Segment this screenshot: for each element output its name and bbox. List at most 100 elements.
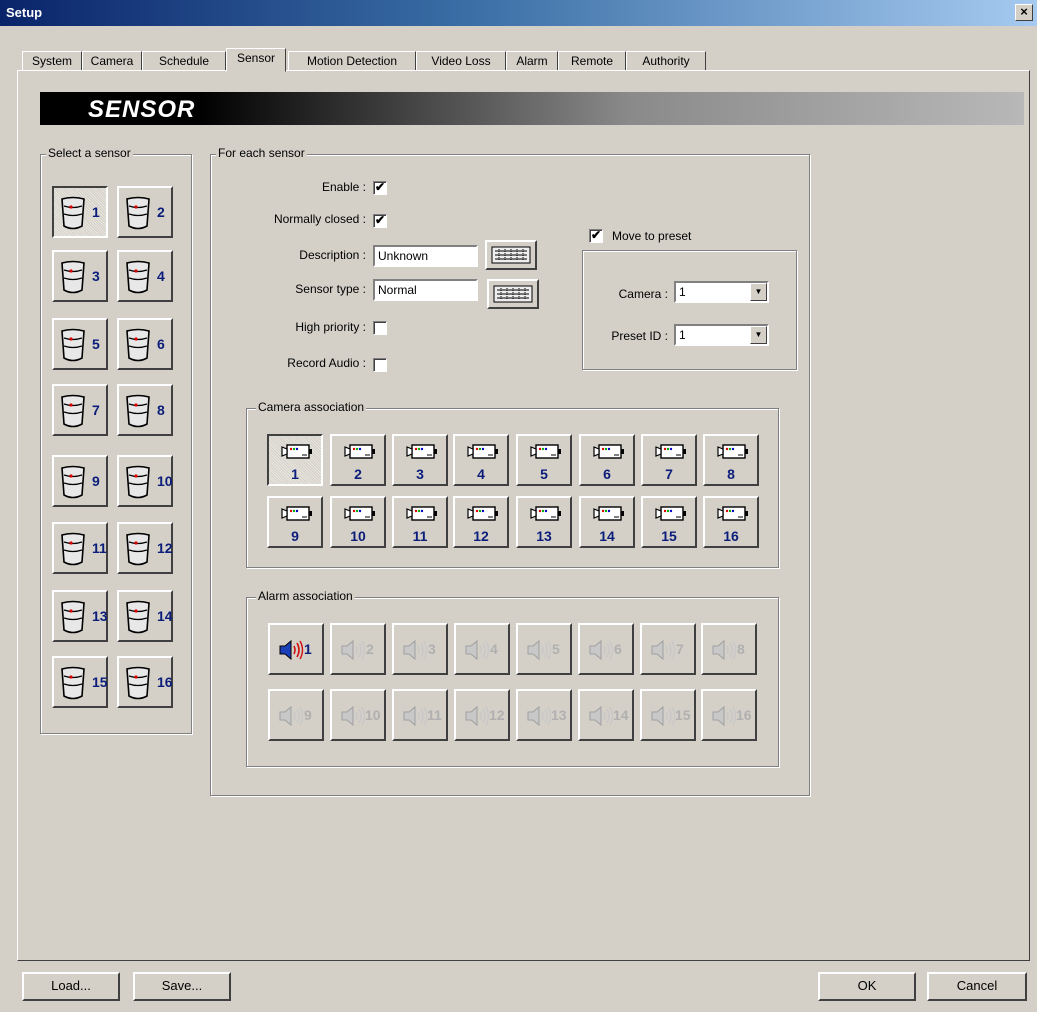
- sensor-button[interactable]: 13: [52, 590, 108, 642]
- camera-button[interactable]: 12: [453, 496, 509, 548]
- alarm-button[interactable]: 8: [701, 623, 757, 675]
- sensor-button[interactable]: 15: [52, 656, 108, 708]
- sensor-button[interactable]: 10: [117, 455, 173, 507]
- speaker-icon: [651, 705, 676, 727]
- alarm-number: 3: [428, 641, 436, 657]
- alarm-button[interactable]: 14: [578, 689, 634, 741]
- sensor-button[interactable]: 7: [52, 384, 108, 436]
- alarm-button[interactable]: 12: [454, 689, 510, 741]
- alarm-button[interactable]: 5: [516, 623, 572, 675]
- speaker-icon: [651, 639, 676, 661]
- camera-button[interactable]: 7: [641, 434, 697, 486]
- chevron-down-icon[interactable]: ▼: [750, 283, 767, 301]
- camera-button[interactable]: 9: [267, 496, 323, 548]
- normally-closed-checkbox[interactable]: ✔: [373, 214, 387, 228]
- camera-button[interactable]: 4: [453, 434, 509, 486]
- camera-button[interactable]: 3: [392, 434, 448, 486]
- camera-button[interactable]: 13: [516, 496, 572, 548]
- camera-button[interactable]: 11: [392, 496, 448, 548]
- sensor-number: 9: [92, 473, 100, 489]
- sensor-button[interactable]: 8: [117, 384, 173, 436]
- close-button[interactable]: ×: [1015, 4, 1033, 21]
- alarm-button[interactable]: 13: [516, 689, 572, 741]
- tab-video-loss[interactable]: Video Loss: [416, 51, 506, 71]
- camera-button[interactable]: 2: [330, 434, 386, 486]
- sensor-button[interactable]: 12: [117, 522, 173, 574]
- description-input[interactable]: Unknown: [373, 245, 478, 267]
- tab-camera[interactable]: Camera: [82, 51, 142, 71]
- sensor-button[interactable]: 14: [117, 590, 173, 642]
- camera-button[interactable]: 14: [579, 496, 635, 548]
- high-priority-checkbox[interactable]: [373, 321, 387, 335]
- camera-icon: [530, 444, 561, 459]
- alarm-button[interactable]: 7: [640, 623, 696, 675]
- cancel-button[interactable]: Cancel: [927, 972, 1027, 1001]
- camera-button[interactable]: 6: [579, 434, 635, 486]
- camera-button[interactable]: 1: [267, 434, 323, 486]
- sensor-number: 16: [157, 674, 173, 690]
- tab-system[interactable]: System: [22, 51, 82, 71]
- preset-group: [582, 250, 797, 370]
- sensor-number: 10: [157, 473, 173, 489]
- alarm-number: 4: [490, 641, 498, 657]
- sensor-button[interactable]: 4: [117, 250, 173, 302]
- alarm-button[interactable]: 1: [268, 623, 324, 675]
- alarm-button[interactable]: 2: [330, 623, 386, 675]
- sensor-number: 2: [157, 204, 165, 220]
- sensor-type-keyboard-button[interactable]: [487, 279, 539, 309]
- alarm-button[interactable]: 10: [330, 689, 386, 741]
- camera-icon: [281, 506, 312, 521]
- camera-number: 7: [665, 466, 673, 482]
- sensor-number: 13: [92, 608, 108, 624]
- sensor-button[interactable]: 5: [52, 318, 108, 370]
- tab-remote[interactable]: Remote: [558, 51, 626, 71]
- alarm-button[interactable]: 11: [392, 689, 448, 741]
- section-banner: SENSOR: [40, 92, 1024, 125]
- alarm-button[interactable]: 6: [578, 623, 634, 675]
- motion-sensor-icon: [126, 600, 150, 634]
- alarm-button[interactable]: 9: [268, 689, 324, 741]
- description-keyboard-button[interactable]: [485, 240, 537, 270]
- camera-button[interactable]: 10: [330, 496, 386, 548]
- sensor-button[interactable]: 11: [52, 522, 108, 574]
- move-to-preset-checkbox[interactable]: ✔: [589, 229, 603, 243]
- enable-checkbox[interactable]: ✔: [373, 181, 387, 195]
- window-title: Setup: [6, 5, 43, 20]
- alarm-number: 2: [366, 641, 374, 657]
- alarm-button[interactable]: 15: [640, 689, 696, 741]
- sensor-button[interactable]: 3: [52, 250, 108, 302]
- tab-alarm[interactable]: Alarm: [506, 51, 558, 71]
- sensor-number: 8: [157, 402, 165, 418]
- sensor-button[interactable]: 2: [117, 186, 173, 238]
- alarm-number: 16: [736, 707, 752, 723]
- preset-id-select[interactable]: 1 ▼: [674, 324, 769, 346]
- record-audio-checkbox[interactable]: [373, 358, 387, 372]
- sensor-type-input[interactable]: Normal: [373, 279, 478, 301]
- camera-icon: [467, 444, 498, 459]
- sensor-button[interactable]: 1: [52, 186, 108, 238]
- sensor-button[interactable]: 9: [52, 455, 108, 507]
- ok-button[interactable]: OK: [818, 972, 916, 1001]
- save-button[interactable]: Save...: [133, 972, 231, 1001]
- camera-button[interactable]: 16: [703, 496, 759, 548]
- chevron-down-icon[interactable]: ▼: [750, 326, 767, 344]
- camera-button[interactable]: 15: [641, 496, 697, 548]
- preset-camera-select[interactable]: 1 ▼: [674, 281, 769, 303]
- high-priority-label: High priority :: [295, 320, 366, 334]
- tab-schedule[interactable]: Schedule: [142, 51, 226, 71]
- camera-number: 9: [291, 528, 299, 544]
- tab-authority[interactable]: Authority: [626, 51, 706, 71]
- sensor-button[interactable]: 6: [117, 318, 173, 370]
- sensor-button[interactable]: 16: [117, 656, 173, 708]
- load-button[interactable]: Load...: [22, 972, 120, 1001]
- alarm-number: 9: [304, 707, 312, 723]
- camera-association-label: Camera association: [256, 400, 367, 414]
- tab-motion-detection[interactable]: Motion Detection: [288, 51, 416, 71]
- camera-button[interactable]: 5: [516, 434, 572, 486]
- sensor-number: 14: [157, 608, 173, 624]
- alarm-button[interactable]: 4: [454, 623, 510, 675]
- alarm-button[interactable]: 16: [701, 689, 757, 741]
- camera-button[interactable]: 8: [703, 434, 759, 486]
- tab-sensor[interactable]: Sensor: [226, 48, 286, 72]
- alarm-button[interactable]: 3: [392, 623, 448, 675]
